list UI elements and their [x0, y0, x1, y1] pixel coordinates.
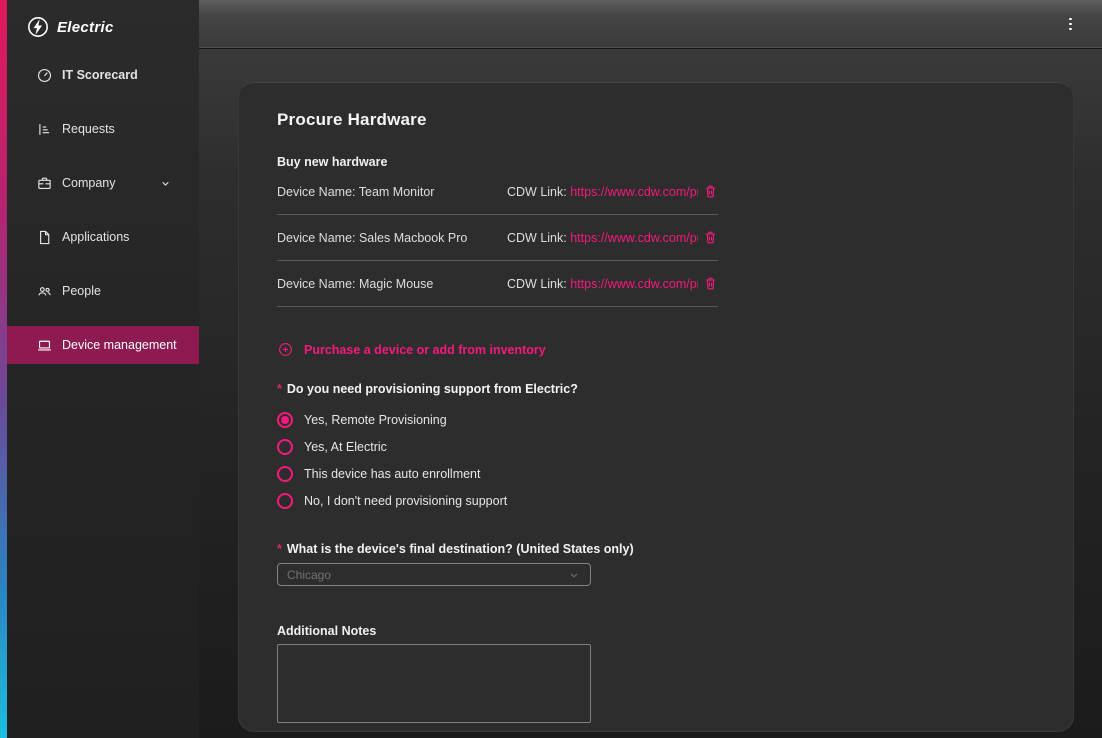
- device-name-text: Device Name: Team Monitor: [277, 185, 507, 199]
- kebab-menu-icon[interactable]: [1064, 16, 1076, 32]
- delete-device-button[interactable]: [698, 276, 718, 291]
- destination-selected-value: Chicago: [287, 568, 331, 582]
- sidebar-item-label: IT Scorecard: [62, 68, 138, 82]
- gauge-icon: [36, 67, 53, 84]
- additional-notes-textarea[interactable]: [277, 644, 591, 723]
- brand-name: Electric: [57, 19, 114, 36]
- radio-label: No, I don't need provisioning support: [304, 494, 507, 508]
- cdw-link-cell: CDW Link: https://www.cdw.com/pro...: [507, 277, 698, 291]
- sidebar-item-label: Device management: [62, 338, 177, 352]
- device-name-text: Device Name: Magic Mouse: [277, 277, 507, 291]
- sidebar-item-label: Company: [62, 176, 116, 190]
- purchase-device-label: Purchase a device or add from inventory: [304, 343, 546, 357]
- people-icon: [36, 283, 53, 300]
- destination-select[interactable]: Chicago: [277, 563, 591, 586]
- plus-circle-icon: [277, 341, 294, 358]
- device-list: Device Name: Team Monitor CDW Link: http…: [277, 169, 718, 307]
- sidebar-item-device-management[interactable]: Device management: [7, 326, 199, 364]
- cdw-link[interactable]: https://www.cdw.com/pro...: [570, 185, 698, 199]
- laptop-icon: [36, 337, 53, 354]
- sidebar: Electric IT Scorecard Requests: [0, 0, 199, 738]
- required-asterisk: *: [277, 382, 282, 396]
- radio-label: This device has auto enrollment: [304, 467, 480, 481]
- delete-device-button[interactable]: [698, 230, 718, 245]
- cdw-link-prefix: CDW Link:: [507, 185, 567, 199]
- delete-device-button[interactable]: [698, 184, 718, 199]
- radio-button[interactable]: [277, 412, 293, 428]
- cdw-link[interactable]: https://www.cdw.com/pro...: [570, 277, 698, 291]
- sidebar-nav: IT Scorecard Requests Company: [7, 56, 199, 380]
- list-icon: [36, 121, 53, 138]
- cdw-link-cell: CDW Link: https://www.cdw.com/pro...: [507, 231, 698, 245]
- sidebar-item-applications[interactable]: Applications: [7, 218, 199, 256]
- chevron-down-icon: [158, 176, 173, 191]
- destination-question: *What is the device's final destination?…: [277, 542, 1035, 556]
- sidebar-item-people[interactable]: People: [7, 272, 199, 310]
- radio-option-remote-provisioning[interactable]: Yes, Remote Provisioning: [277, 406, 1035, 433]
- sidebar-item-label: People: [62, 284, 101, 298]
- provisioning-options: Yes, Remote Provisioning Yes, At Electri…: [277, 406, 1035, 514]
- device-row: Device Name: Magic Mouse CDW Link: https…: [277, 261, 718, 307]
- page-title: Procure Hardware: [277, 110, 1035, 130]
- radio-button[interactable]: [277, 439, 293, 455]
- cdw-link-prefix: CDW Link:: [507, 277, 567, 291]
- radio-label: Yes, At Electric: [304, 440, 387, 454]
- provisioning-question: *Do you need provisioning support from E…: [277, 382, 1035, 396]
- sidebar-item-it-scorecard[interactable]: IT Scorecard: [7, 56, 199, 94]
- sidebar-item-requests[interactable]: Requests: [7, 110, 199, 148]
- radio-button[interactable]: [277, 493, 293, 509]
- topbar: [199, 0, 1102, 48]
- device-row: Device Name: Team Monitor CDW Link: http…: [277, 169, 718, 215]
- trash-icon: [703, 276, 718, 291]
- radio-button[interactable]: [277, 466, 293, 482]
- cdw-link-prefix: CDW Link:: [507, 231, 567, 245]
- purchase-device-button[interactable]: Purchase a device or add from inventory: [277, 341, 546, 358]
- radio-option-no-support[interactable]: No, I don't need provisioning support: [277, 487, 1035, 514]
- radio-option-at-electric[interactable]: Yes, At Electric: [277, 433, 1035, 460]
- lightning-bolt-icon: [27, 16, 49, 38]
- sidebar-item-company[interactable]: Company: [7, 164, 199, 202]
- trash-icon: [703, 184, 718, 199]
- document-icon: [36, 229, 53, 246]
- device-row: Device Name: Sales Macbook Pro CDW Link:…: [277, 215, 718, 261]
- chevron-down-icon: [567, 568, 581, 582]
- sidebar-item-label: Requests: [62, 122, 115, 136]
- section-label: Buy new hardware: [277, 155, 1035, 169]
- main-backdrop: Procure Hardware Buy new hardware Device…: [199, 49, 1102, 738]
- procure-hardware-card: Procure Hardware Buy new hardware Device…: [238, 82, 1074, 732]
- brand-logo: Electric: [27, 16, 114, 38]
- trash-icon: [703, 230, 718, 245]
- required-asterisk: *: [277, 542, 282, 556]
- cdw-link[interactable]: https://www.cdw.com/pro...: [570, 231, 698, 245]
- briefcase-icon: [36, 175, 53, 192]
- cdw-link-cell: CDW Link: https://www.cdw.com/pro...: [507, 185, 698, 199]
- device-name-text: Device Name: Sales Macbook Pro: [277, 231, 507, 245]
- sidebar-item-label: Applications: [62, 230, 129, 244]
- additional-notes-label: Additional Notes: [277, 624, 1035, 638]
- radio-option-auto-enrollment[interactable]: This device has auto enrollment: [277, 460, 1035, 487]
- radio-label: Yes, Remote Provisioning: [304, 413, 447, 427]
